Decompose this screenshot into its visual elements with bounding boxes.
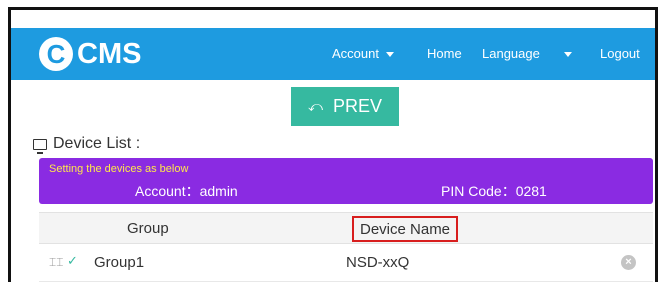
settings-banner: Setting the devices as below Account：adm… bbox=[39, 158, 653, 204]
top-navbar: C CMS Account Home Language Logout bbox=[11, 28, 655, 80]
logo[interactable]: C CMS bbox=[39, 34, 141, 74]
monitor-icon bbox=[33, 138, 47, 154]
language-chevron-down-icon[interactable] bbox=[564, 28, 572, 80]
nav-account-label: Account bbox=[332, 46, 379, 61]
banner-account: Account：admin bbox=[135, 183, 238, 199]
table-row[interactable]: ⌶⌶ ✓ Group1 NSD-xxQ × bbox=[39, 244, 653, 282]
logo-c-icon: C bbox=[39, 37, 73, 71]
nav-language-menu[interactable]: Language bbox=[482, 28, 540, 80]
chevron-down-icon bbox=[385, 52, 394, 58]
logo-text: CMS bbox=[77, 37, 142, 70]
drag-handle-icon[interactable]: ⌶⌶ bbox=[49, 255, 63, 270]
app-frame: C CMS Account Home Language Logout ⤺ PRE… bbox=[8, 7, 658, 282]
device-list-title: Device List : bbox=[53, 135, 141, 152]
row-group-cell: Group1 bbox=[94, 254, 145, 271]
nav-logout-link[interactable]: Logout bbox=[600, 28, 640, 80]
banner-pin-code: PIN Code：0281 bbox=[441, 183, 547, 199]
nav-account-menu[interactable]: Account bbox=[332, 28, 394, 80]
prev-button[interactable]: ⤺ PREV bbox=[291, 87, 399, 126]
check-icon: ✓ bbox=[67, 253, 78, 268]
row-device-cell: NSD-xxQ bbox=[346, 254, 410, 271]
device-list-heading: Device List : bbox=[33, 135, 141, 154]
device-table-header: Group Device Name bbox=[39, 212, 653, 244]
banner-note: Setting the devices as below bbox=[49, 163, 189, 175]
column-header-group: Group bbox=[127, 220, 169, 237]
prev-button-label: PREV bbox=[332, 96, 382, 116]
nav-home-link[interactable]: Home bbox=[427, 28, 462, 80]
remove-icon[interactable]: × bbox=[621, 255, 636, 270]
undo-arrow-icon: ⤺ bbox=[308, 98, 323, 114]
column-header-device-name: Device Name bbox=[352, 216, 459, 242]
